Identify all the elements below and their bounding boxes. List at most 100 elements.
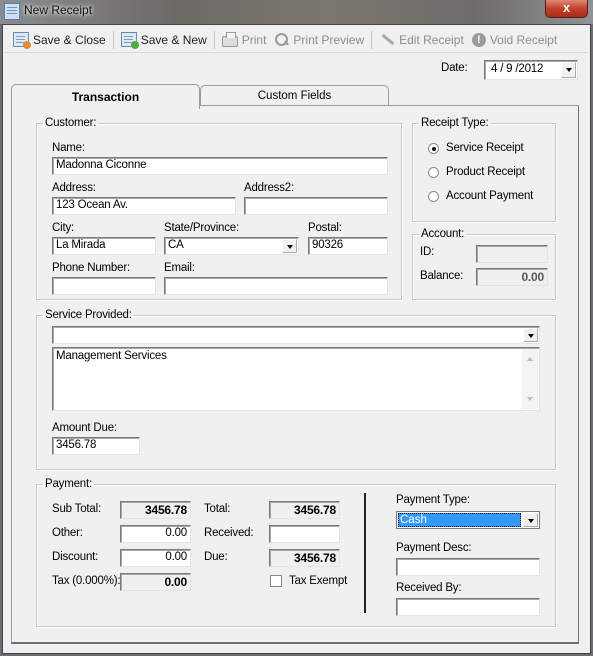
tab-transaction[interactable]: Transaction [11, 84, 200, 109]
total-field: 3456.78 [269, 501, 340, 519]
due-field: 3456.78 [269, 549, 340, 567]
payment-type-value: Cash [398, 513, 521, 527]
state-value: CA [168, 239, 184, 251]
received-by-field[interactable] [396, 598, 540, 616]
toolbar: Save & Close Save & New Print Print Prev… [5, 27, 588, 53]
other-label: Other: [52, 527, 83, 539]
radio-label: Service Receipt [446, 142, 524, 154]
toolbar-separator [213, 30, 215, 49]
save-close-button[interactable]: Save & Close [9, 29, 110, 51]
scroll-down-icon[interactable] [527, 397, 533, 401]
tab-custom-fields[interactable]: Custom Fields [200, 85, 389, 107]
description-scrollbar[interactable] [522, 349, 538, 409]
address-label: Address: [52, 182, 96, 194]
email-label: Email: [164, 262, 195, 274]
radio-unselected-icon [428, 190, 439, 202]
close-button[interactable]: x [545, 0, 588, 18]
void-receipt-button[interactable]: ! Void Receipt [468, 29, 561, 51]
discount-label: Discount: [52, 551, 99, 563]
edit-receipt-button[interactable]: Edit Receipt [375, 29, 468, 51]
radio-account-payment[interactable]: Account Payment [428, 190, 533, 202]
receipt-window-icon [4, 3, 20, 20]
radio-service-receipt[interactable]: Service Receipt [428, 142, 524, 154]
payment-type-label: Payment Type: [396, 494, 470, 506]
state-select[interactable]: CA [164, 237, 299, 255]
toolbar-separator [371, 30, 373, 49]
scroll-up-icon[interactable] [527, 357, 533, 361]
state-label: State/Province: [164, 222, 239, 234]
received-label: Received: [204, 527, 254, 539]
amount-due-field[interactable]: 3456.78 [52, 437, 140, 455]
printer-icon [221, 31, 238, 47]
discount-field[interactable]: 0.00 [120, 549, 191, 567]
chevron-down-icon[interactable] [523, 328, 538, 342]
radio-label: Account Payment [446, 190, 534, 202]
name-field[interactable]: Madonna Ciconne [52, 157, 388, 175]
email-field[interactable] [164, 277, 388, 295]
toolbar-separator [112, 30, 114, 49]
chevron-down-icon[interactable] [561, 62, 576, 78]
save-new-icon [120, 32, 139, 49]
service-description[interactable]: Management Services [52, 347, 540, 411]
window-title: New Receipt [24, 3, 93, 17]
customer-legend: Customer: [45, 117, 97, 129]
address-field[interactable]: 123 Ocean Av. [52, 197, 236, 215]
amount-due-label: Amount Due: [52, 422, 117, 434]
date-picker[interactable]: 4 / 9 /2012 [484, 60, 578, 80]
payment-divider [364, 493, 366, 613]
print-button[interactable]: Print [218, 29, 271, 51]
service-select[interactable] [52, 326, 540, 344]
postal-field[interactable]: 90326 [308, 237, 388, 255]
save-close-icon [13, 32, 31, 49]
payment-legend: Payment: [45, 478, 92, 490]
postal-label: Postal: [308, 222, 342, 234]
print-preview-label: Print Preview [293, 32, 365, 47]
void-receipt-label: Void Receipt [489, 32, 558, 47]
service-description-text: Management Services [56, 350, 167, 362]
other-field[interactable]: 0.00 [120, 525, 191, 543]
wrench-icon [379, 32, 395, 47]
received-field[interactable] [269, 525, 340, 543]
tax-label: Tax (0.000%): [52, 575, 121, 587]
print-label: Print [241, 32, 267, 47]
payment-desc-field[interactable] [396, 558, 540, 576]
account-legend: Account: [421, 228, 465, 240]
name-label: Name: [52, 142, 85, 154]
save-close-label: Save & Close [33, 32, 106, 47]
payment-desc-label: Payment Desc: [396, 542, 472, 554]
received-by-label: Received By: [396, 582, 462, 594]
checkbox-icon [270, 575, 282, 587]
city-field[interactable]: La Mirada [52, 237, 156, 255]
account-id-field [476, 245, 548, 263]
address2-field[interactable] [244, 197, 388, 215]
account-group: Account: [412, 228, 556, 300]
payment-type-select[interactable]: Cash [396, 511, 540, 529]
radio-selected-icon [428, 142, 439, 154]
edit-receipt-label: Edit Receipt [399, 32, 464, 47]
print-preview-button[interactable]: Print Preview [270, 29, 368, 51]
radio-product-receipt[interactable]: Product Receipt [428, 166, 525, 178]
alert-icon: ! [471, 32, 486, 47]
phone-field[interactable] [52, 277, 156, 295]
phone-label: Phone Number: [52, 262, 130, 274]
balance-label: Balance: [420, 270, 464, 282]
magnifier-icon [274, 32, 289, 47]
radio-label: Product Receipt [446, 166, 525, 178]
balance-field: 0.00 [476, 268, 548, 286]
save-new-label: Save & New [140, 32, 207, 47]
account-id-label: ID: [420, 246, 435, 258]
radio-unselected-icon [428, 166, 439, 178]
subtotal-label: Sub Total: [52, 503, 101, 515]
address2-label: Address2: [244, 182, 294, 194]
receipt-window: Save & Close Save & New Print Print Prev… [2, 24, 591, 654]
city-label: City: [52, 222, 75, 234]
tax-exempt-checkbox[interactable]: Tax Exempt [270, 575, 347, 587]
title-bar: New Receipt x [0, 0, 593, 24]
total-label: Total: [204, 503, 231, 515]
chevron-down-icon[interactable] [282, 239, 297, 253]
tax-field: 0.00 [120, 573, 191, 591]
receipt-type-legend: Receipt Type: [421, 117, 489, 129]
save-new-button[interactable]: Save & New [117, 29, 211, 51]
chevron-down-icon[interactable] [523, 513, 538, 527]
date-value: 4 / 9 /2012 [491, 63, 544, 75]
